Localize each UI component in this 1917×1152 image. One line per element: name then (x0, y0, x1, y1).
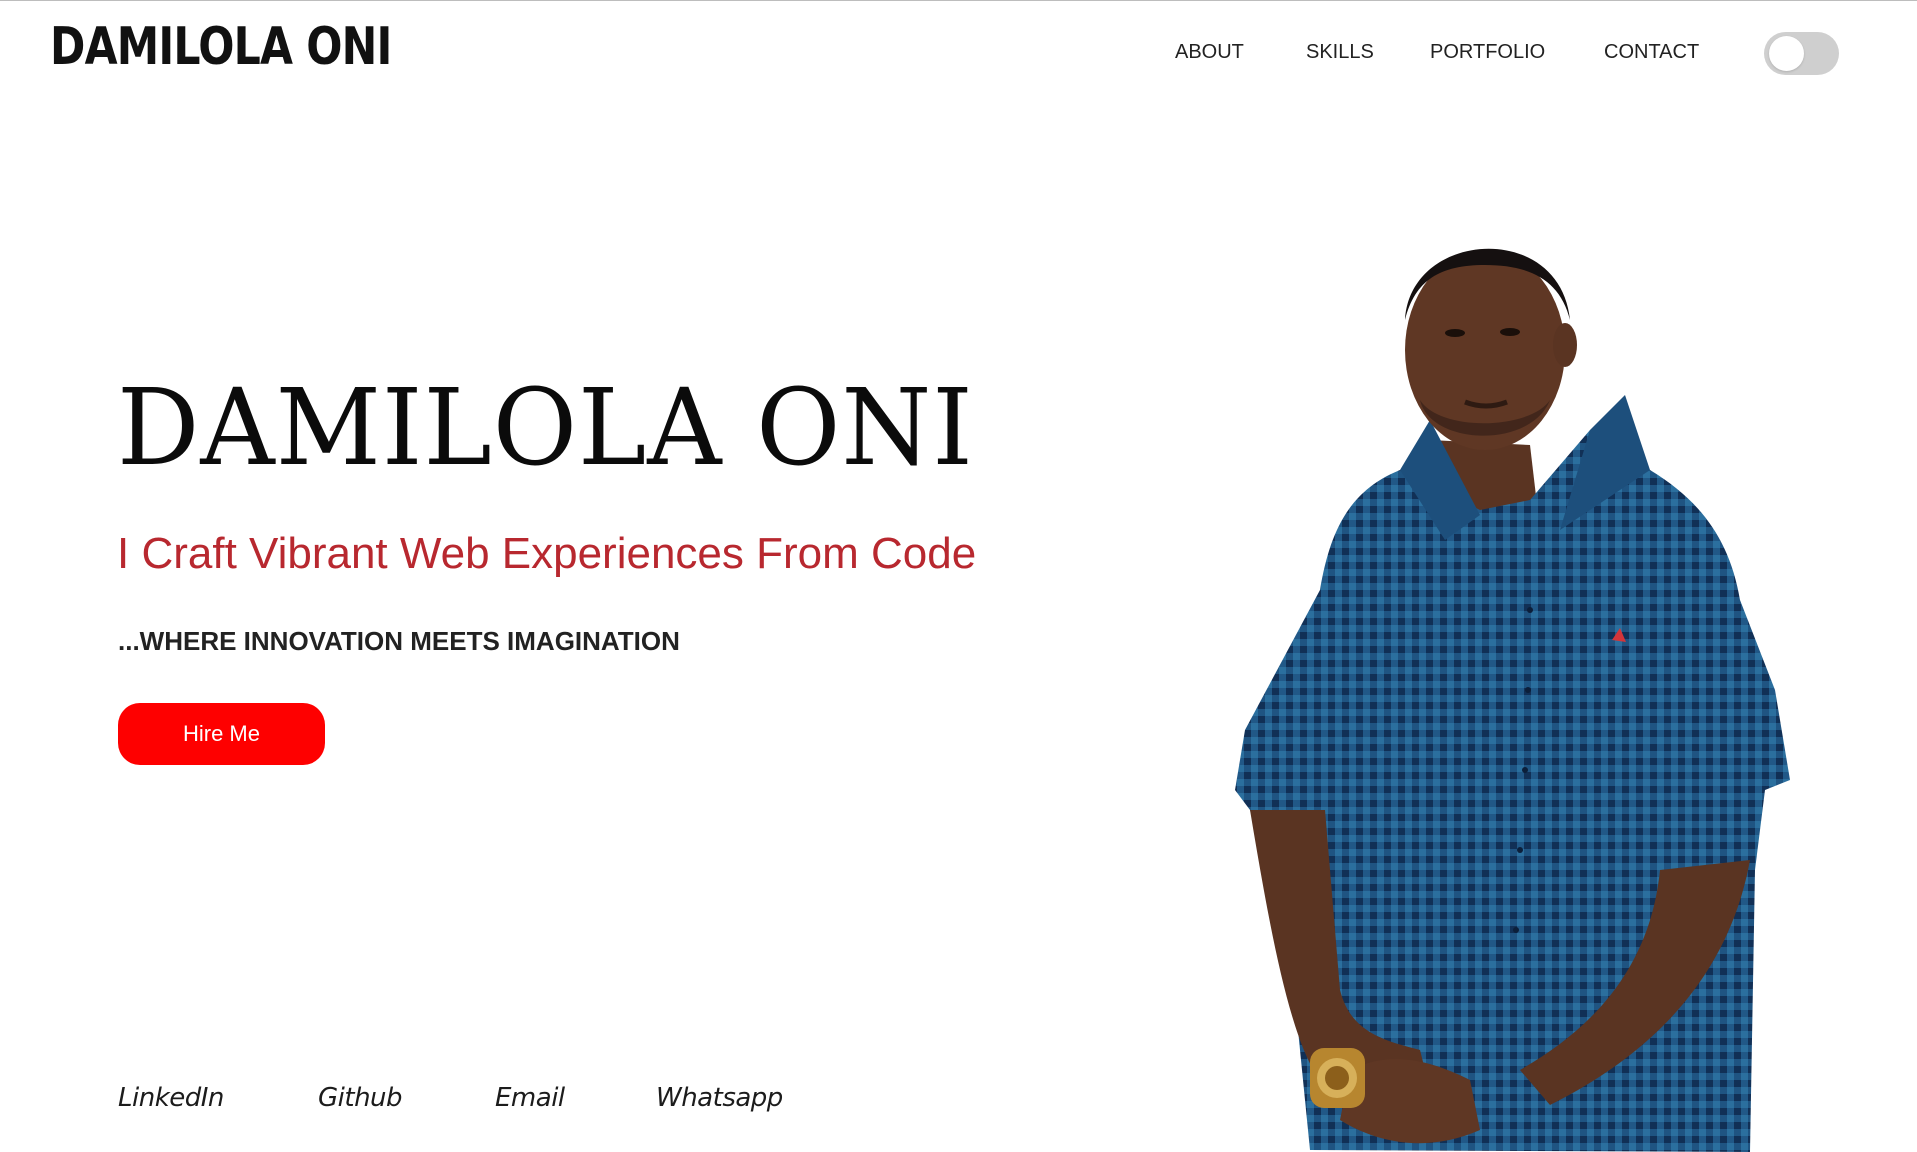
portrait-photo (1235, 248, 1790, 1152)
social-github[interactable]: Github (318, 1082, 403, 1114)
hero-tagline: I Craft Vibrant Web Experiences From Cod… (117, 529, 977, 578)
top-border (0, 0, 1917, 1)
theme-toggle[interactable] (1764, 32, 1839, 75)
nav-about[interactable]: ABOUT (1175, 40, 1244, 64)
social-whatsapp[interactable]: Whatsapp (656, 1082, 783, 1114)
hero-name: DAMILOLA ONI (117, 366, 974, 489)
nav-contact[interactable]: CONTACT (1604, 40, 1699, 64)
social-email[interactable]: Email (495, 1082, 565, 1114)
hero-subline: ...WHERE INNOVATION MEETS IMAGINATION (118, 626, 680, 656)
social-linkedin[interactable]: LinkedIn (118, 1082, 224, 1114)
hire-me-button[interactable]: Hire Me (118, 703, 325, 765)
nav-skills[interactable]: SKILLS (1306, 40, 1374, 64)
toggle-knob (1769, 36, 1804, 71)
site-logo[interactable]: DAMILOLA ONI (50, 16, 392, 78)
nav-portfolio[interactable]: PORTFOLIO (1430, 40, 1545, 64)
